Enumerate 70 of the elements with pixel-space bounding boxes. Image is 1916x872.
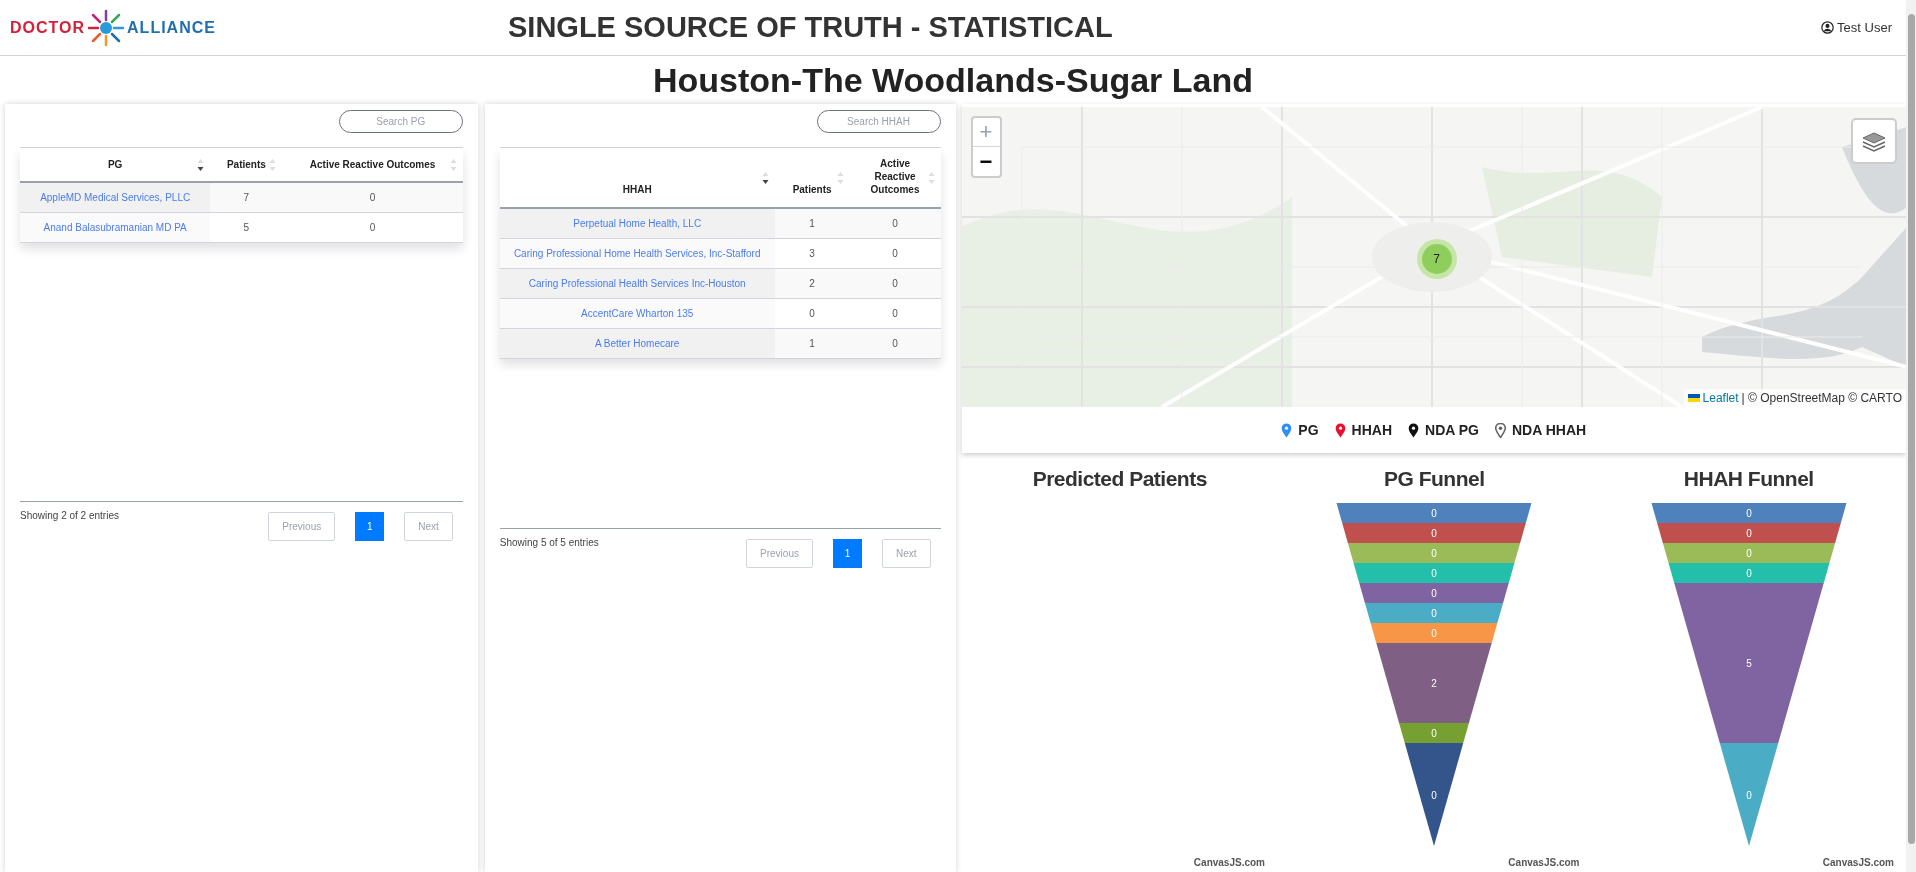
chart-title: PG Funnel xyxy=(1384,467,1485,491)
table-cell: 3 xyxy=(809,247,815,259)
segment-label: 0 xyxy=(1431,608,1438,619)
segment-label: 0 xyxy=(1431,628,1438,639)
column-header[interactable]: Active Reactive Outcomes xyxy=(863,157,927,196)
table-cell: 2 xyxy=(809,277,815,289)
table-cell: 5 xyxy=(243,221,250,233)
segment-label: 0 xyxy=(1431,789,1438,801)
chart-title: HHAH Funnel xyxy=(1683,467,1814,491)
search-field[interactable]: Search HHAH xyxy=(816,110,941,133)
search-field[interactable]: Search PG xyxy=(338,110,463,133)
table-cell: 0 xyxy=(809,307,815,319)
segment-label: 0 xyxy=(1745,568,1752,579)
attribution-text: | © OpenStreetMap © CARTO xyxy=(1741,390,1902,407)
zoom-out-button[interactable]: − xyxy=(972,147,1000,176)
segment-label: 2 xyxy=(1431,678,1438,690)
column-header[interactable]: PG xyxy=(107,158,123,171)
table-cell: 7 xyxy=(243,191,250,203)
layers-button[interactable] xyxy=(1851,118,1897,164)
chart-credit-link[interactable]: CanvasJS.com xyxy=(1822,855,1894,870)
table-cell: 0 xyxy=(369,221,376,233)
chart-credit-link[interactable]: CanvasJS.com xyxy=(1508,855,1580,870)
segment-label: 0 xyxy=(1745,528,1752,539)
chart-credit-link[interactable]: CanvasJS.com xyxy=(1193,855,1265,870)
table-cell: 0 xyxy=(369,191,376,203)
logo-text: ALLIANCE xyxy=(127,17,216,38)
page-title: SINGLE SOURCE OF TRUTH - STATISTICAL xyxy=(508,9,1113,45)
segment-label: 0 xyxy=(1431,588,1438,599)
table-link[interactable]: A Better Homecare xyxy=(594,337,680,349)
segment-label: 5 xyxy=(1745,658,1752,670)
table-cell: 0 xyxy=(892,307,898,319)
user-link[interactable]: Test User xyxy=(1821,17,1906,38)
scrollbar[interactable] xyxy=(1906,0,1916,872)
table-cell: 0 xyxy=(892,337,898,349)
segment-label: 0 xyxy=(1745,789,1752,801)
table-link[interactable]: AccentCare Wharton 135 xyxy=(581,307,694,319)
segment-label: 0 xyxy=(1431,548,1438,559)
flag-icon xyxy=(1687,394,1700,402)
column-header[interactable]: Patients xyxy=(792,183,832,196)
chart-title: Predicted Patients xyxy=(1032,467,1207,491)
table-cell: 0 xyxy=(892,277,898,289)
logo-text: DOCTOR xyxy=(10,17,86,38)
legend-label: HHAH xyxy=(1351,420,1393,440)
page-button[interactable]: 1 xyxy=(832,539,862,568)
entries-info: Showing 2 of 2 entries xyxy=(20,509,119,523)
table-cell: 0 xyxy=(892,217,898,229)
segment-label: 0 xyxy=(1431,528,1438,539)
radiating-arrows-icon xyxy=(86,7,127,48)
region-title: Houston-The Woodlands-Sugar Land xyxy=(653,59,1253,101)
table-cell: 1 xyxy=(809,217,815,229)
legend-label: NDA HHAH xyxy=(1512,420,1587,440)
segment-label: 0 xyxy=(1745,508,1752,519)
segment-label: 0 xyxy=(1431,568,1438,579)
zoom-in-button[interactable]: + xyxy=(972,118,1000,147)
scrollbar-thumb[interactable] xyxy=(1907,14,1915,844)
segment-label: 0 xyxy=(1431,728,1438,740)
column-header[interactable]: Patients xyxy=(226,158,266,171)
table-cell: 1 xyxy=(809,337,815,349)
segment-label: 0 xyxy=(1431,508,1438,519)
column-header[interactable]: HHAH xyxy=(622,183,652,196)
entries-info: Showing 5 of 5 entries xyxy=(499,536,599,550)
column-header[interactable]: Active Reactive Outcomes xyxy=(309,158,436,171)
legend-label: PG xyxy=(1298,420,1319,440)
table-cell: 0 xyxy=(892,247,898,259)
table-link[interactable]: Perpetual Home Health, LLC xyxy=(573,217,702,229)
user-circle-icon xyxy=(1821,21,1835,34)
legend-label: NDA PG xyxy=(1425,420,1479,440)
page-button[interactable]: 1 xyxy=(355,512,385,541)
leaflet-link[interactable]: Leaflet xyxy=(1702,389,1739,407)
segment-label: 0 xyxy=(1745,548,1752,559)
